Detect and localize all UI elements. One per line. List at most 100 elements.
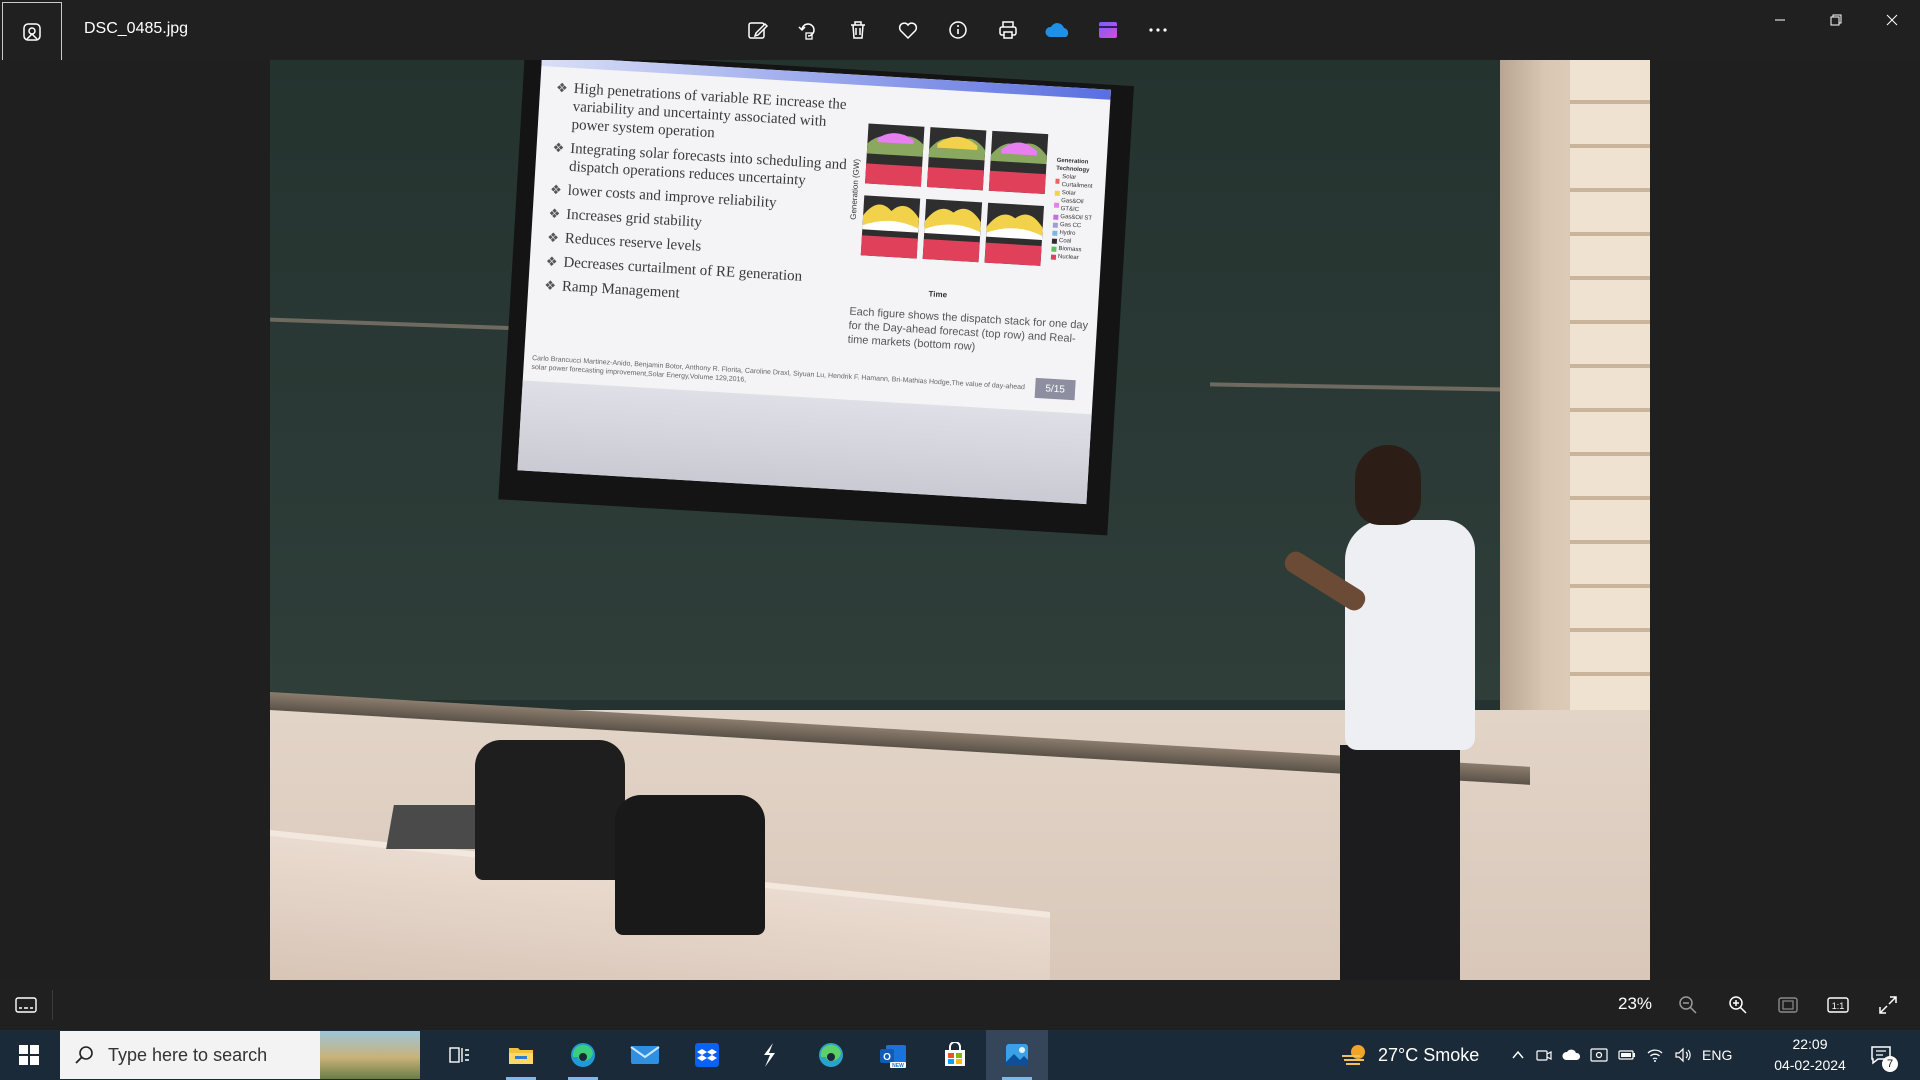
restore-icon [1830, 14, 1842, 26]
fullscreen-icon [1879, 996, 1897, 1014]
rotate-icon [798, 23, 815, 40]
edge-button[interactable] [552, 1030, 614, 1080]
legend-swatch [1053, 214, 1059, 220]
print-icon [999, 21, 1017, 39]
weather-widget[interactable]: 27°C Smoke [1340, 1030, 1479, 1080]
delete-icon [851, 21, 865, 39]
title-bar: DSC_0485.jpg [0, 0, 1920, 62]
windows-logo-icon [19, 1045, 39, 1065]
dispatch-panel [926, 127, 987, 191]
file-explorer-button[interactable] [490, 1030, 552, 1080]
projected-slide: ❖ High penetrations of variable RE increa… [517, 60, 1111, 505]
app-s-button[interactable] [738, 1030, 800, 1080]
favorite-icon [898, 22, 918, 40]
edge-icon [571, 1043, 595, 1067]
chart-legend: Generation Technology Solar Curtailment S… [1050, 157, 1105, 264]
file-explorer-icon [509, 1048, 533, 1064]
mail-button[interactable] [614, 1030, 676, 1080]
search-icon [75, 1046, 93, 1064]
window-controls [1752, 0, 1920, 40]
onedrive-tray-icon[interactable] [1562, 1048, 1580, 1062]
zoom-out-icon [1679, 996, 1697, 1014]
taskbar-search[interactable]: Type here to search [60, 1031, 420, 1079]
battery-icon[interactable] [1618, 1049, 1636, 1061]
task-view-button[interactable] [428, 1030, 490, 1080]
legend-swatch [1055, 178, 1061, 184]
search-highlight-image [320, 1031, 420, 1079]
wifi-icon[interactable] [1646, 1047, 1664, 1063]
volume-icon[interactable] [1674, 1047, 1692, 1063]
search-placeholder: Type here to search [108, 1044, 268, 1065]
clipchamp-button[interactable] [1090, 10, 1126, 50]
file-name: DSC_0485.jpg [84, 20, 189, 37]
close-button[interactable] [1864, 0, 1920, 40]
toolbar [740, 10, 1176, 50]
filmstrip-button[interactable] [12, 992, 40, 1018]
app-s-icon [764, 1043, 775, 1067]
presenter-legs [1340, 745, 1460, 980]
clock-time: 22:09 [1792, 1036, 1828, 1052]
actual-size-button[interactable]: 1:1 [1820, 986, 1856, 1024]
windows-taskbar: Type here to search O NEW 27°C Smoke ENG… [0, 1030, 1920, 1080]
fit-to-window-button[interactable] [1770, 986, 1806, 1024]
edge-beta-button[interactable] [800, 1030, 862, 1080]
print-button[interactable] [990, 10, 1026, 50]
photos-app-icon[interactable] [2, 2, 62, 62]
chair [475, 740, 625, 880]
dispatch-panel [988, 130, 1049, 195]
legend-swatch [1052, 230, 1058, 236]
microsoft-store-icon [945, 1042, 965, 1066]
info-button[interactable] [940, 10, 976, 50]
legend-swatch [1051, 238, 1058, 244]
onedrive-icon [1045, 23, 1069, 37]
rotate-button[interactable] [790, 10, 826, 50]
legend-label: Nuclear [1057, 253, 1079, 262]
task-view-icon [449, 1047, 469, 1063]
outlook-new-icon: ONEW [880, 1045, 906, 1069]
info-icon [949, 21, 967, 39]
slide-number: 5/15 [1034, 377, 1076, 401]
edge-beta-icon [819, 1043, 843, 1067]
minimize-button[interactable] [1752, 0, 1808, 40]
pinned-apps: O NEW [428, 1030, 1048, 1080]
microsoft-store-button[interactable] [924, 1030, 986, 1080]
photos-button[interactable] [986, 1030, 1048, 1080]
more-button[interactable] [1140, 10, 1176, 50]
meet-now-icon[interactable] [1590, 1047, 1608, 1063]
notification-center-button[interactable]: 7 [1866, 1040, 1898, 1072]
legend-swatch [1051, 246, 1057, 252]
legend-swatch [1053, 202, 1060, 208]
weather-haze-icon [1342, 1045, 1365, 1065]
more-icon [1149, 28, 1167, 32]
favorite-button[interactable] [890, 10, 926, 50]
chart-x-axis-label: Time [928, 289, 948, 300]
zoom-level[interactable]: 23% [1618, 994, 1652, 1014]
dropbox-icon [695, 1043, 719, 1067]
delete-button[interactable] [840, 10, 876, 50]
language-indicator[interactable]: ENG [1702, 1047, 1732, 1063]
system-tray: ENG [1510, 1030, 1732, 1080]
zoom-out-button[interactable] [1670, 986, 1706, 1024]
onedrive-button[interactable] [1040, 10, 1076, 50]
dropbox-button[interactable] [676, 1030, 738, 1080]
presenter-body [1345, 520, 1475, 750]
image-icon [23, 23, 41, 41]
photos-icon [1006, 1044, 1028, 1066]
camera-icon[interactable] [1536, 1047, 1552, 1063]
outlook-new-button[interactable]: O NEW [862, 1030, 924, 1080]
edit-image-button[interactable] [740, 10, 776, 50]
clock[interactable]: 22:09 04-02-2024 [1764, 1034, 1856, 1076]
zoom-in-icon [1729, 996, 1747, 1014]
chevron-up-icon[interactable] [1510, 1047, 1526, 1063]
legend-swatch [1052, 222, 1059, 228]
fullscreen-button[interactable] [1870, 986, 1906, 1024]
dispatch-stack-panels [860, 116, 1049, 276]
restore-button[interactable] [1808, 0, 1864, 40]
viewer-bottom-bar: 23% 1:1 [0, 980, 1920, 1030]
chair [615, 795, 765, 935]
fit-window-icon [1778, 997, 1798, 1013]
image-viewport[interactable]: ❖ High penetrations of variable RE increa… [0, 60, 1920, 980]
zoom-in-button[interactable] [1720, 986, 1756, 1024]
start-button[interactable] [0, 1030, 58, 1080]
dispatch-panel [865, 123, 925, 187]
